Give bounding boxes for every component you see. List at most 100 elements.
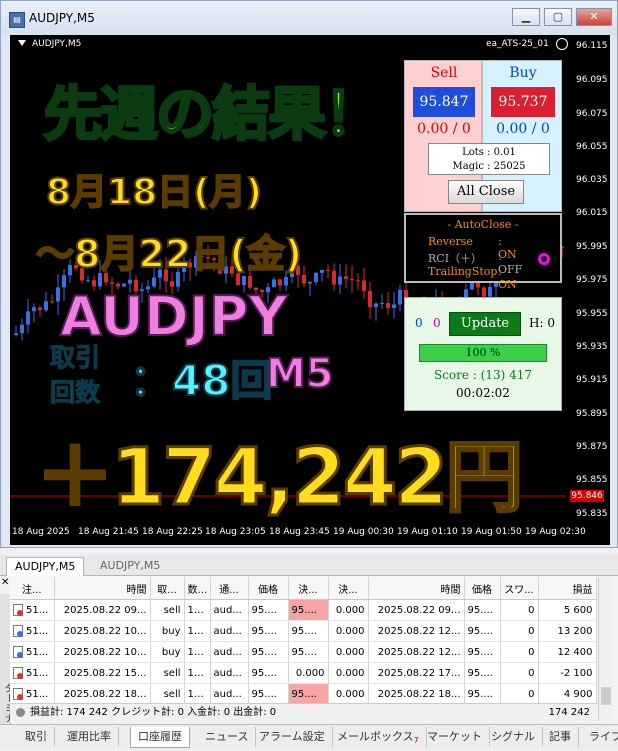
progress-bar: 100 %	[419, 344, 547, 362]
price-axis-label: 96.115	[576, 41, 608, 51]
cell: sell	[150, 683, 185, 705]
col-header[interactable]: 時間	[54, 577, 151, 600]
candle-body	[374, 303, 378, 308]
mailbox-badge: 7	[413, 736, 419, 746]
tab-alerts[interactable]: アラーム設定	[252, 727, 333, 747]
price-axis-label: 96.075	[576, 109, 608, 119]
cell: 2025.08.22 09...	[368, 599, 465, 621]
tab-account-history[interactable]: 口座履歴	[130, 727, 190, 748]
order-cell: 51...	[10, 620, 55, 642]
order-cell: 51...	[10, 662, 55, 684]
candle-body	[20, 324, 24, 334]
sell-order-icon	[13, 688, 23, 700]
col-header[interactable]: 時間	[368, 577, 465, 600]
cell: 95....	[464, 599, 501, 621]
candle-body	[110, 282, 114, 284]
maximize-button[interactable]: ▢	[544, 8, 572, 26]
cell: 0.000	[328, 599, 369, 621]
close-button[interactable]: ✕	[576, 8, 612, 26]
candle-body	[362, 280, 366, 291]
sell-order-icon	[13, 667, 23, 679]
autoclose-trailing-stop[interactable]: TrailingStop: ON	[428, 265, 517, 291]
col-header[interactable]: スワ...	[500, 577, 539, 600]
cell: 5 600	[538, 599, 597, 621]
tab-signals[interactable]: シグナル	[484, 727, 543, 747]
cell: 2025.08.22 12...	[368, 620, 465, 642]
candle-body	[380, 303, 384, 305]
price-axis-label: 95.995	[576, 242, 608, 252]
cell: 0.000	[328, 641, 369, 663]
table-row[interactable]: 51... 2025.08.22 15... sell 1.00 aud... …	[10, 662, 597, 684]
candle-body	[86, 280, 90, 282]
tab-mailbox[interactable]: メールボックス7	[330, 727, 427, 747]
cell: 95....	[248, 620, 289, 642]
candle-body	[314, 272, 318, 283]
col-header[interactable]: 取...	[150, 577, 185, 600]
col-header[interactable]: 価格	[464, 577, 501, 600]
candle-body	[338, 276, 342, 285]
candle-body	[26, 311, 30, 325]
scrollbar-thumb[interactable]	[601, 687, 611, 705]
table-row[interactable]: 51... 2025.08.22 10... buy 1.00 aud... 9…	[10, 620, 597, 642]
ea-label: ea_ATS-25_01	[486, 39, 549, 49]
cell: 2025.08.22 10...	[54, 641, 151, 663]
lots-value: Lots : 0.01	[462, 147, 516, 158]
title-bar[interactable]: ▤ AUDJPY,M5 ▁ ▢ ✕	[1, 1, 617, 35]
tab-live[interactable]: ライブ	[582, 727, 618, 747]
cell: 0	[500, 683, 539, 705]
cell: aud...	[210, 662, 249, 684]
candle-body	[44, 301, 48, 311]
summary-total: 174 242	[548, 707, 590, 718]
table-row[interactable]: 51... 2025.08.22 09... sell 1.00 aud... …	[10, 599, 597, 621]
tab-news[interactable]: ニュース	[198, 727, 257, 747]
price-axis-label: 95.955	[576, 309, 608, 319]
cell: 95....	[248, 662, 289, 684]
table-row[interactable]: 51... 2025.08.22 18... sell 1.00 aud... …	[10, 683, 597, 705]
cell: 0	[500, 620, 539, 642]
time-axis-label: 19 Aug 01:50	[461, 527, 522, 537]
summary-dot-icon	[16, 707, 25, 717]
price-axis-label: 95.835	[576, 509, 608, 519]
cell: 0.000	[328, 662, 369, 684]
cell: 2025.08.22 12...	[368, 641, 465, 663]
candle-body	[482, 287, 486, 297]
cell: 95....	[288, 620, 329, 642]
table-scrollbar[interactable]	[598, 577, 613, 721]
update-count-blue: 0	[415, 316, 423, 330]
close-icon[interactable]: ✕	[1, 577, 9, 588]
autoclose-reverse[interactable]: Reverse: ON	[428, 235, 517, 261]
candle-body	[476, 282, 480, 288]
sell-price-button[interactable]: 95.847	[413, 87, 475, 117]
tab-articles[interactable]: 記事	[542, 727, 579, 747]
col-header[interactable]: 決...	[328, 577, 369, 600]
history-table: 注... 時間 取... 数... 通... 価格 決... 決... 時間 価…	[10, 577, 597, 705]
tab-trade[interactable]: 取引	[18, 727, 55, 747]
col-header[interactable]: 通...	[210, 577, 249, 600]
tab-exposure[interactable]: 運用比率	[60, 727, 119, 747]
tab-market[interactable]: マーケット	[420, 727, 490, 747]
price-axis-label: 96.035	[576, 175, 608, 185]
lots-magic-box[interactable]: Lots : 0.01 Magic : 25025	[428, 143, 550, 175]
col-header[interactable]: 決...	[288, 577, 329, 600]
col-header[interactable]: 数...	[184, 577, 211, 600]
all-close-button[interactable]: All Close	[448, 180, 524, 204]
cell: 13 200	[538, 620, 597, 642]
candle-body	[320, 269, 324, 273]
magic-value: Magic : 25025	[452, 161, 526, 172]
col-header[interactable]: 損益	[538, 577, 597, 600]
sell-position: 0.00 / 0	[417, 121, 471, 137]
minimize-button[interactable]: ▁	[512, 8, 540, 26]
autoclose-rci[interactable]: RCI（＋）: OFF	[428, 250, 522, 276]
chart-tab-audjpy-2[interactable]: AUDJPY,M5	[92, 557, 168, 575]
col-header[interactable]: 注...	[10, 577, 55, 600]
chart-tab-audjpy-1[interactable]: AUDJPY,M5	[6, 557, 85, 576]
cell: buy	[150, 620, 185, 642]
cell: 95....	[464, 620, 501, 642]
price-chart[interactable]: AUDJPY,M5 ea_ATS-25_01 96.115 96.095 96.…	[10, 35, 610, 545]
order-cell: 51...	[10, 641, 55, 663]
cell: 12 400	[538, 641, 597, 663]
update-button[interactable]: Update	[449, 312, 521, 336]
col-header[interactable]: 価格	[248, 577, 289, 600]
buy-price-button[interactable]: 95.737	[491, 87, 555, 117]
table-row[interactable]: 51... 2025.08.22 10... buy 1.00 aud... 9…	[10, 641, 597, 663]
